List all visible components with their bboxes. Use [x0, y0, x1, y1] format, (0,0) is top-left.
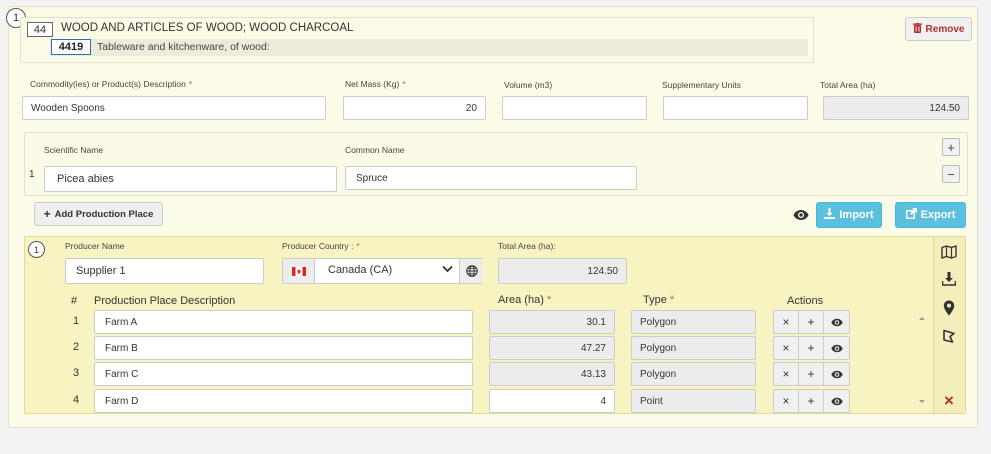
volume-label: Volume (m3) — [504, 80, 553, 90]
supp-units-input[interactable] — [663, 96, 808, 120]
table-row-num: 3 — [72, 367, 80, 379]
hs-chapter-desc: WOOD AND ARTICLES OF WOOD; WOOD CHARCOAL — [61, 22, 354, 34]
remove-button[interactable]: Remove — [905, 17, 972, 41]
species-row-number: 1 — [29, 169, 35, 180]
mass-label: Net Mass (Kg) * — [345, 79, 406, 89]
row-actions: × + — [773, 389, 850, 413]
export-button[interactable]: Export — [895, 202, 966, 228]
producer-total-area-field: 124.50 — [498, 258, 627, 284]
description-input[interactable]: Wooden Spoons — [22, 96, 326, 120]
row-actions: × + — [773, 362, 850, 386]
hs-heading-code: 4419 — [51, 39, 91, 55]
plus-icon: + — [43, 207, 51, 221]
col-header-type: Type * — [643, 294, 675, 306]
map-marker-icon[interactable] — [939, 298, 959, 318]
producer-total-area-label: Total Area (ha): — [498, 241, 556, 251]
supp-units-label: Supplementary Units — [662, 80, 741, 90]
volume-input[interactable] — [502, 96, 647, 120]
scientific-name-label: Scientific Name — [44, 145, 104, 155]
view-row-eye-icon[interactable] — [824, 363, 849, 385]
add-row-button[interactable]: + — [799, 390, 824, 412]
globe-icon[interactable] — [459, 259, 483, 283]
view-row-eye-icon[interactable] — [824, 337, 849, 359]
add-species-button[interactable]: + — [942, 138, 960, 156]
add-row-button[interactable]: + — [799, 363, 824, 385]
table-row-num: 4 — [72, 394, 80, 406]
total-area-label: Total Area (ha) — [820, 80, 876, 90]
col-header-area: Area (ha) * — [498, 294, 552, 306]
scientific-name-input[interactable]: Picea abies — [44, 166, 337, 192]
preview-eye-icon[interactable] — [793, 209, 809, 224]
place-description-input[interactable]: Farm C — [94, 362, 473, 386]
chevron-down-icon — [442, 264, 453, 276]
hs-chapter-code: 44 — [27, 22, 53, 37]
view-row-eye-icon[interactable] — [824, 311, 849, 333]
place-type-field: Polygon — [631, 336, 756, 360]
remove-label: Remove — [925, 23, 965, 35]
draw-polygon-icon[interactable] — [939, 326, 959, 346]
producer-name-label: Producer Name — [65, 241, 125, 251]
desc-label: Commodity(ies) or Product(s) Description… — [30, 79, 193, 89]
col-header-description: Production Place Description — [94, 295, 236, 307]
place-description-input[interactable]: Farm A — [94, 310, 473, 334]
producer-country-label: Producer Country : * — [282, 241, 360, 251]
place-area-field: 47.27 — [489, 336, 615, 360]
producer-side-toolbar — [933, 237, 965, 413]
remove-species-button[interactable]: − — [942, 165, 960, 183]
download-icon — [824, 208, 836, 222]
table-row-num: 1 — [72, 315, 80, 327]
common-name-label: Common Name — [345, 145, 405, 155]
place-description-input[interactable]: Farm B — [94, 336, 473, 360]
map-icon[interactable] — [939, 242, 959, 262]
producer-number: 1 — [28, 241, 45, 258]
row-actions: × + — [773, 336, 850, 360]
col-header-actions: Actions — [787, 295, 824, 307]
total-area-field: 124.50 — [823, 96, 969, 120]
delete-row-button[interactable]: × — [774, 390, 799, 412]
country-value: Canada (CA) — [328, 264, 393, 276]
download-icon[interactable] — [939, 269, 959, 289]
hs-heading-desc: Tableware and kitchenware, of wood: — [97, 41, 270, 53]
add-row-button[interactable]: + — [799, 311, 824, 333]
trash-icon — [912, 22, 922, 36]
common-name-input[interactable]: Spruce — [345, 166, 637, 190]
canada-flag-icon — [283, 259, 315, 283]
place-type-field: Polygon — [631, 310, 756, 334]
view-row-eye-icon[interactable] — [824, 390, 849, 412]
place-type-field: Polygon — [631, 362, 756, 386]
producer-name-input[interactable]: Supplier 1 — [65, 258, 264, 284]
add-row-button[interactable]: + — [799, 337, 824, 359]
place-area-field: 30.1 — [489, 310, 615, 334]
delete-producer-icon[interactable]: × — [939, 391, 959, 411]
net-mass-input[interactable]: 20 — [343, 96, 486, 120]
import-button[interactable]: Import — [816, 202, 882, 228]
delete-row-button[interactable]: × — [774, 311, 799, 333]
table-row-num: 2 — [72, 341, 80, 353]
place-description-input[interactable]: Farm D — [94, 389, 473, 413]
col-header-num: # — [71, 295, 78, 307]
table-scrollbar[interactable] — [916, 312, 928, 408]
row-actions: × + — [773, 310, 850, 334]
share-icon — [905, 208, 917, 222]
delete-row-button[interactable]: × — [774, 363, 799, 385]
place-type-field: Point — [631, 389, 756, 413]
delete-row-button[interactable]: × — [774, 337, 799, 359]
add-production-place-button[interactable]: + Add Production Place — [34, 202, 163, 226]
place-area-field: 43.13 — [489, 362, 615, 386]
place-area-input[interactable]: 4 — [489, 389, 615, 413]
